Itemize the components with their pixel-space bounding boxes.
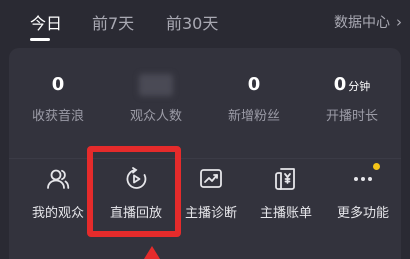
tool-label: 我的观众 <box>31 206 84 221</box>
tool-label: 直播回放 <box>109 206 162 221</box>
tool-label: 主播诊断 <box>184 206 237 221</box>
stat-value: 0 <box>247 74 261 95</box>
divider <box>9 158 401 159</box>
arrow-pointer-icon <box>144 246 160 259</box>
stat-label: 新增粉丝 <box>227 109 280 124</box>
chevron-right-icon: › <box>396 13 402 31</box>
stats-panel: 0 收获音浪 观众人数 0 新增粉丝 0 分钟 开播时长 我的观众 直播回放 主… <box>9 48 401 259</box>
tab-last-30-days[interactable]: 前30天 <box>166 10 218 34</box>
notification-dot <box>373 163 380 170</box>
data-center-label: 数据中心 <box>334 15 390 31</box>
tool-my-audience[interactable]: 我的观众 <box>19 166 97 221</box>
stat-value: 0 <box>51 74 65 95</box>
tab-last-7-days[interactable]: 前7天 <box>92 10 134 34</box>
tool-streamer-diagnosis[interactable]: 主播诊断 <box>172 166 250 221</box>
stat-live-duration[interactable]: 0 分钟 开播时长 <box>303 73 401 124</box>
tool-live-replay[interactable]: 直播回放 <box>97 166 175 221</box>
stat-income[interactable]: 0 收获音浪 <box>9 73 107 124</box>
more-icon <box>350 163 380 192</box>
stat-label: 开播时长 <box>325 109 378 124</box>
stat-label: 观众人数 <box>129 109 182 124</box>
data-center-link[interactable]: 数据中心 › <box>334 12 402 32</box>
tool-more-features[interactable]: 更多功能 <box>324 163 402 221</box>
stat-viewers[interactable]: 观众人数 <box>107 73 205 124</box>
tool-label: 更多功能 <box>336 206 389 221</box>
bill-icon <box>273 166 299 192</box>
active-tab-indicator <box>30 38 50 41</box>
stat-value: 0 分钟 <box>333 74 371 95</box>
stat-label: 收获音浪 <box>31 109 84 124</box>
period-tabs: 今日 前7天 前30天 数据中心 › <box>0 8 410 41</box>
tool-label: 主播账单 <box>259 206 312 221</box>
tool-streamer-bill[interactable]: 主播账单 <box>247 166 325 221</box>
audience-icon <box>45 166 71 192</box>
tab-today[interactable]: 今日 <box>30 10 62 34</box>
stat-new-followers[interactable]: 0 新增粉丝 <box>205 73 303 124</box>
diagnosis-icon <box>198 166 224 192</box>
replay-icon <box>123 166 149 192</box>
stat-value-obscured <box>107 73 205 97</box>
